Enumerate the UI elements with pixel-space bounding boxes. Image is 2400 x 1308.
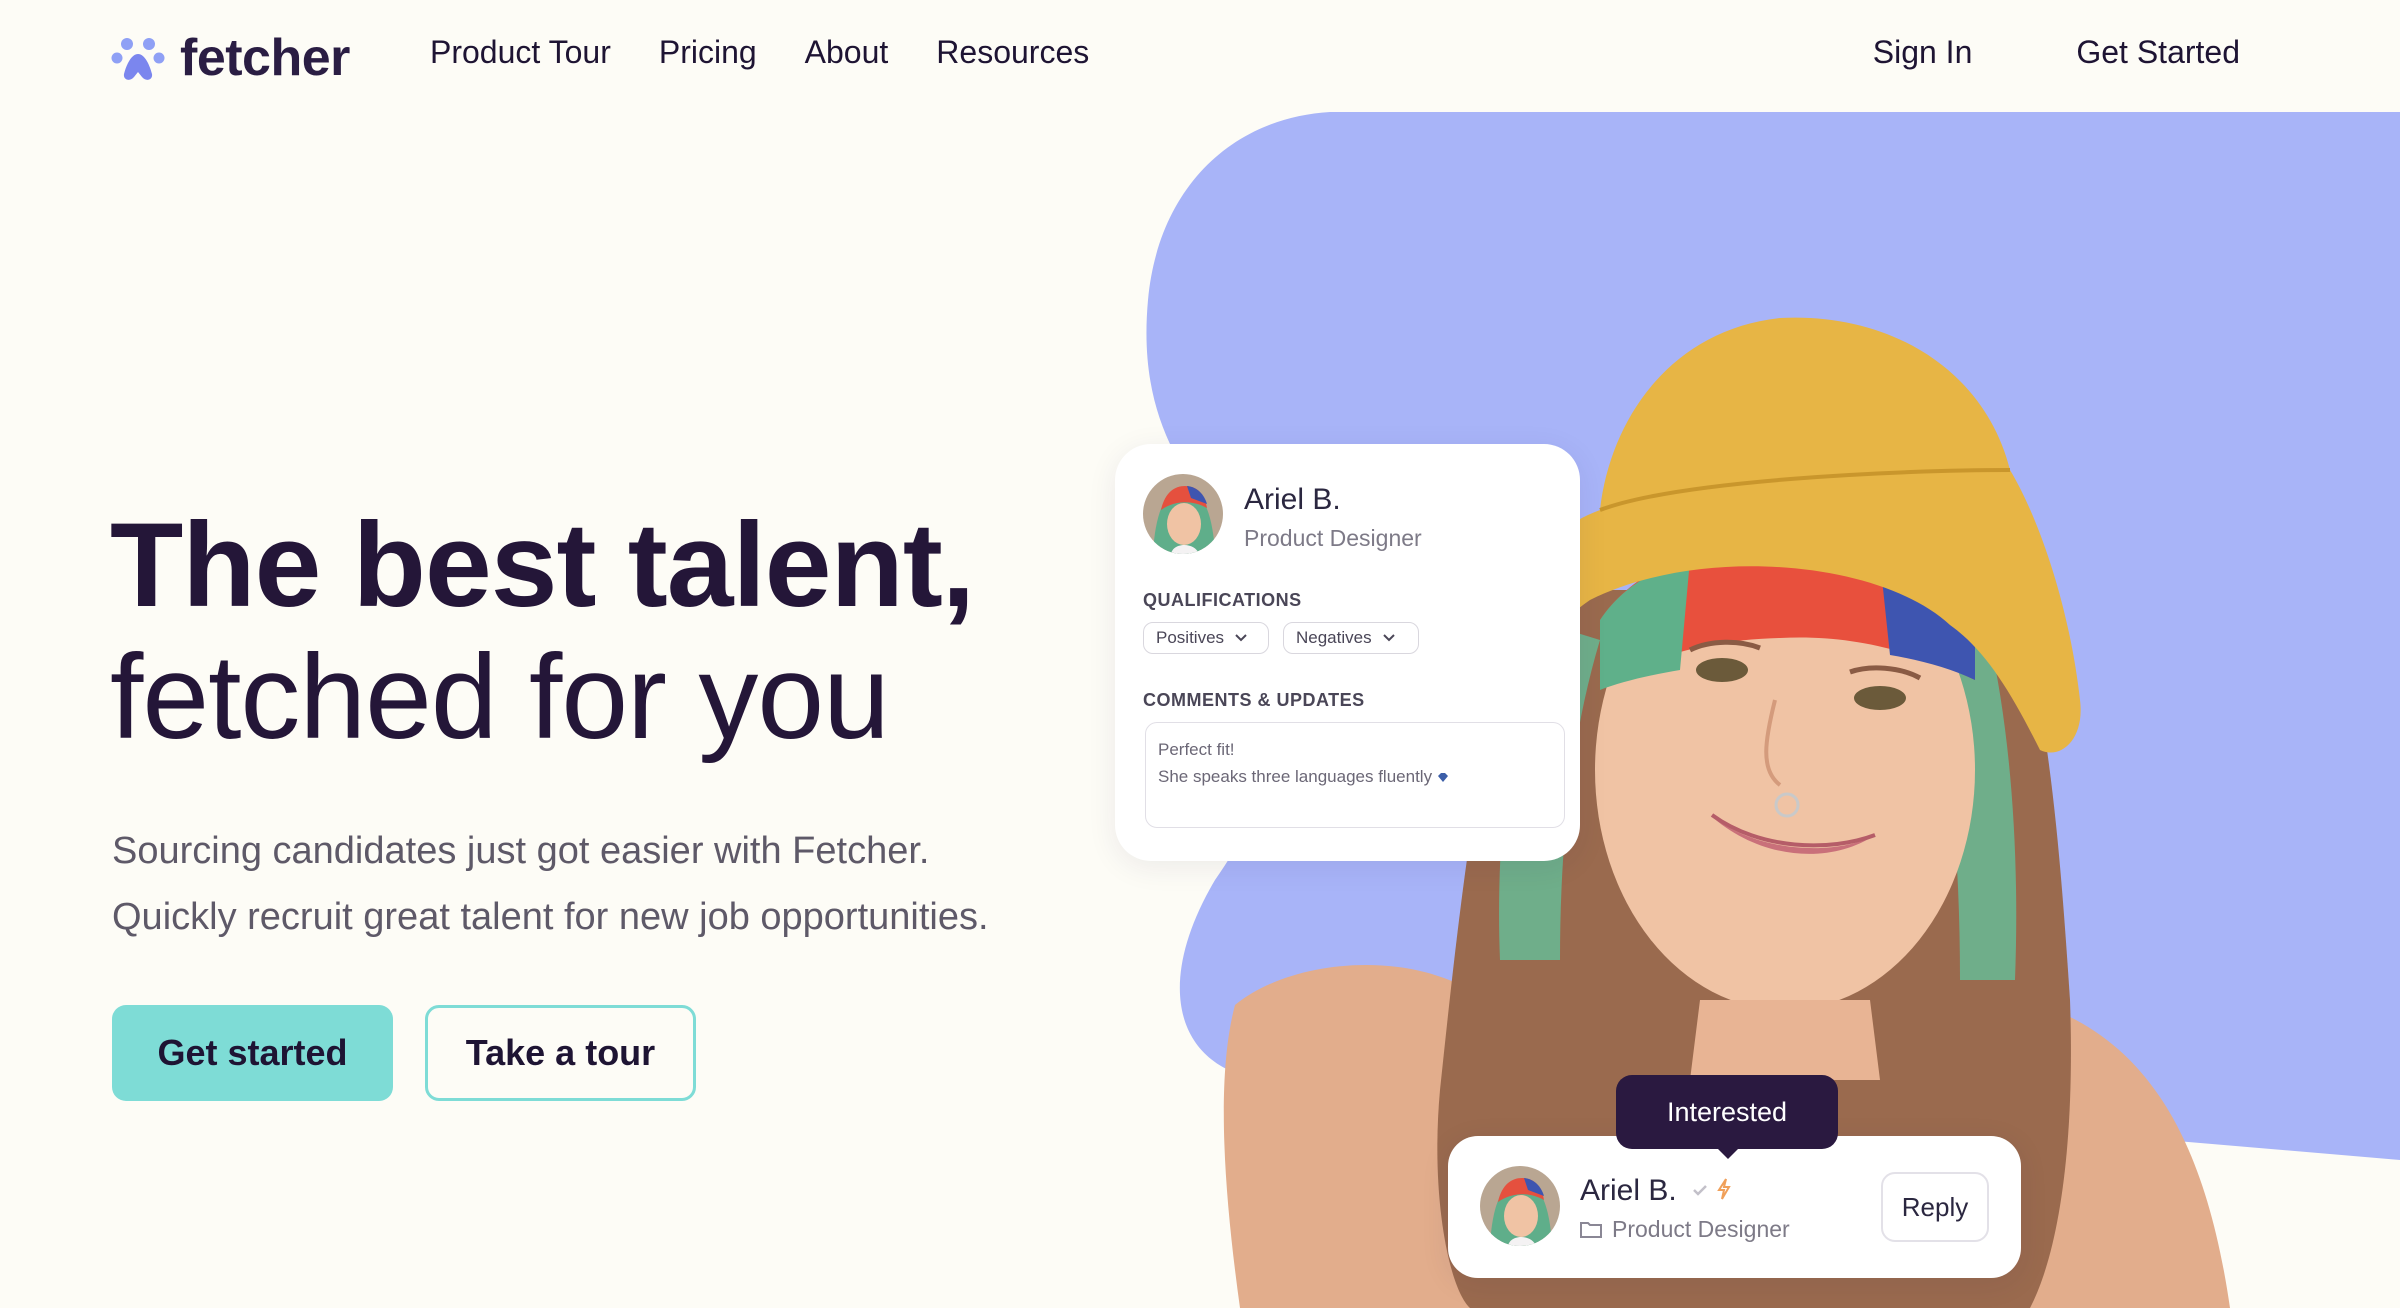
hero-subtitle-line-1: Sourcing candidates just got easier with… — [112, 830, 930, 872]
get-started-button[interactable]: Get started — [112, 1005, 393, 1101]
comment-line-2: She speaks three languages fluently — [1158, 763, 1552, 790]
qualifications-label: QUALIFICATIONS — [1143, 590, 1302, 610]
negatives-label: Negatives — [1296, 628, 1372, 647]
comments-label: COMMENTS & UPDATES — [1143, 690, 1365, 710]
candidate-name: Ariel B. — [1244, 483, 1341, 516]
hero-headline-light: fetched for you — [110, 630, 890, 764]
folder-icon — [1580, 1222, 1602, 1238]
candidate-role: Product Designer — [1244, 525, 1422, 551]
message-candidate-role: Product Designer — [1612, 1216, 1790, 1242]
positives-dropdown[interactable]: Positives — [1143, 622, 1269, 654]
candidate-avatar — [1143, 474, 1223, 554]
lightning-icon — [1717, 1178, 1731, 1200]
message-avatar — [1480, 1166, 1560, 1246]
interested-status-tooltip: Interested — [1616, 1075, 1838, 1149]
chevron-down-icon — [1235, 634, 1247, 642]
hero-subtitle: Sourcing candidates just got easier with… — [112, 818, 1112, 950]
take-a-tour-button[interactable]: Take a tour — [425, 1005, 696, 1101]
hero-subtitle-line-2: Quickly recruit great talent for new job… — [112, 896, 989, 938]
comment-line-1: Perfect fit! — [1158, 740, 1235, 759]
message-candidate-name: Ariel B. — [1580, 1174, 1677, 1207]
checkmark-icon — [1693, 1185, 1707, 1196]
reply-button[interactable]: Reply — [1881, 1172, 1989, 1242]
gem-icon — [1437, 773, 1448, 783]
positives-label: Positives — [1156, 628, 1225, 647]
comment-textarea[interactable]: Perfect fit! She speaks three languages … — [1145, 722, 1565, 828]
tooltip-arrow — [1716, 1147, 1740, 1159]
negatives-dropdown[interactable]: Negatives — [1283, 622, 1419, 654]
chevron-down-icon — [1382, 634, 1395, 642]
hero-headline-bold: The best talent, — [110, 498, 975, 632]
